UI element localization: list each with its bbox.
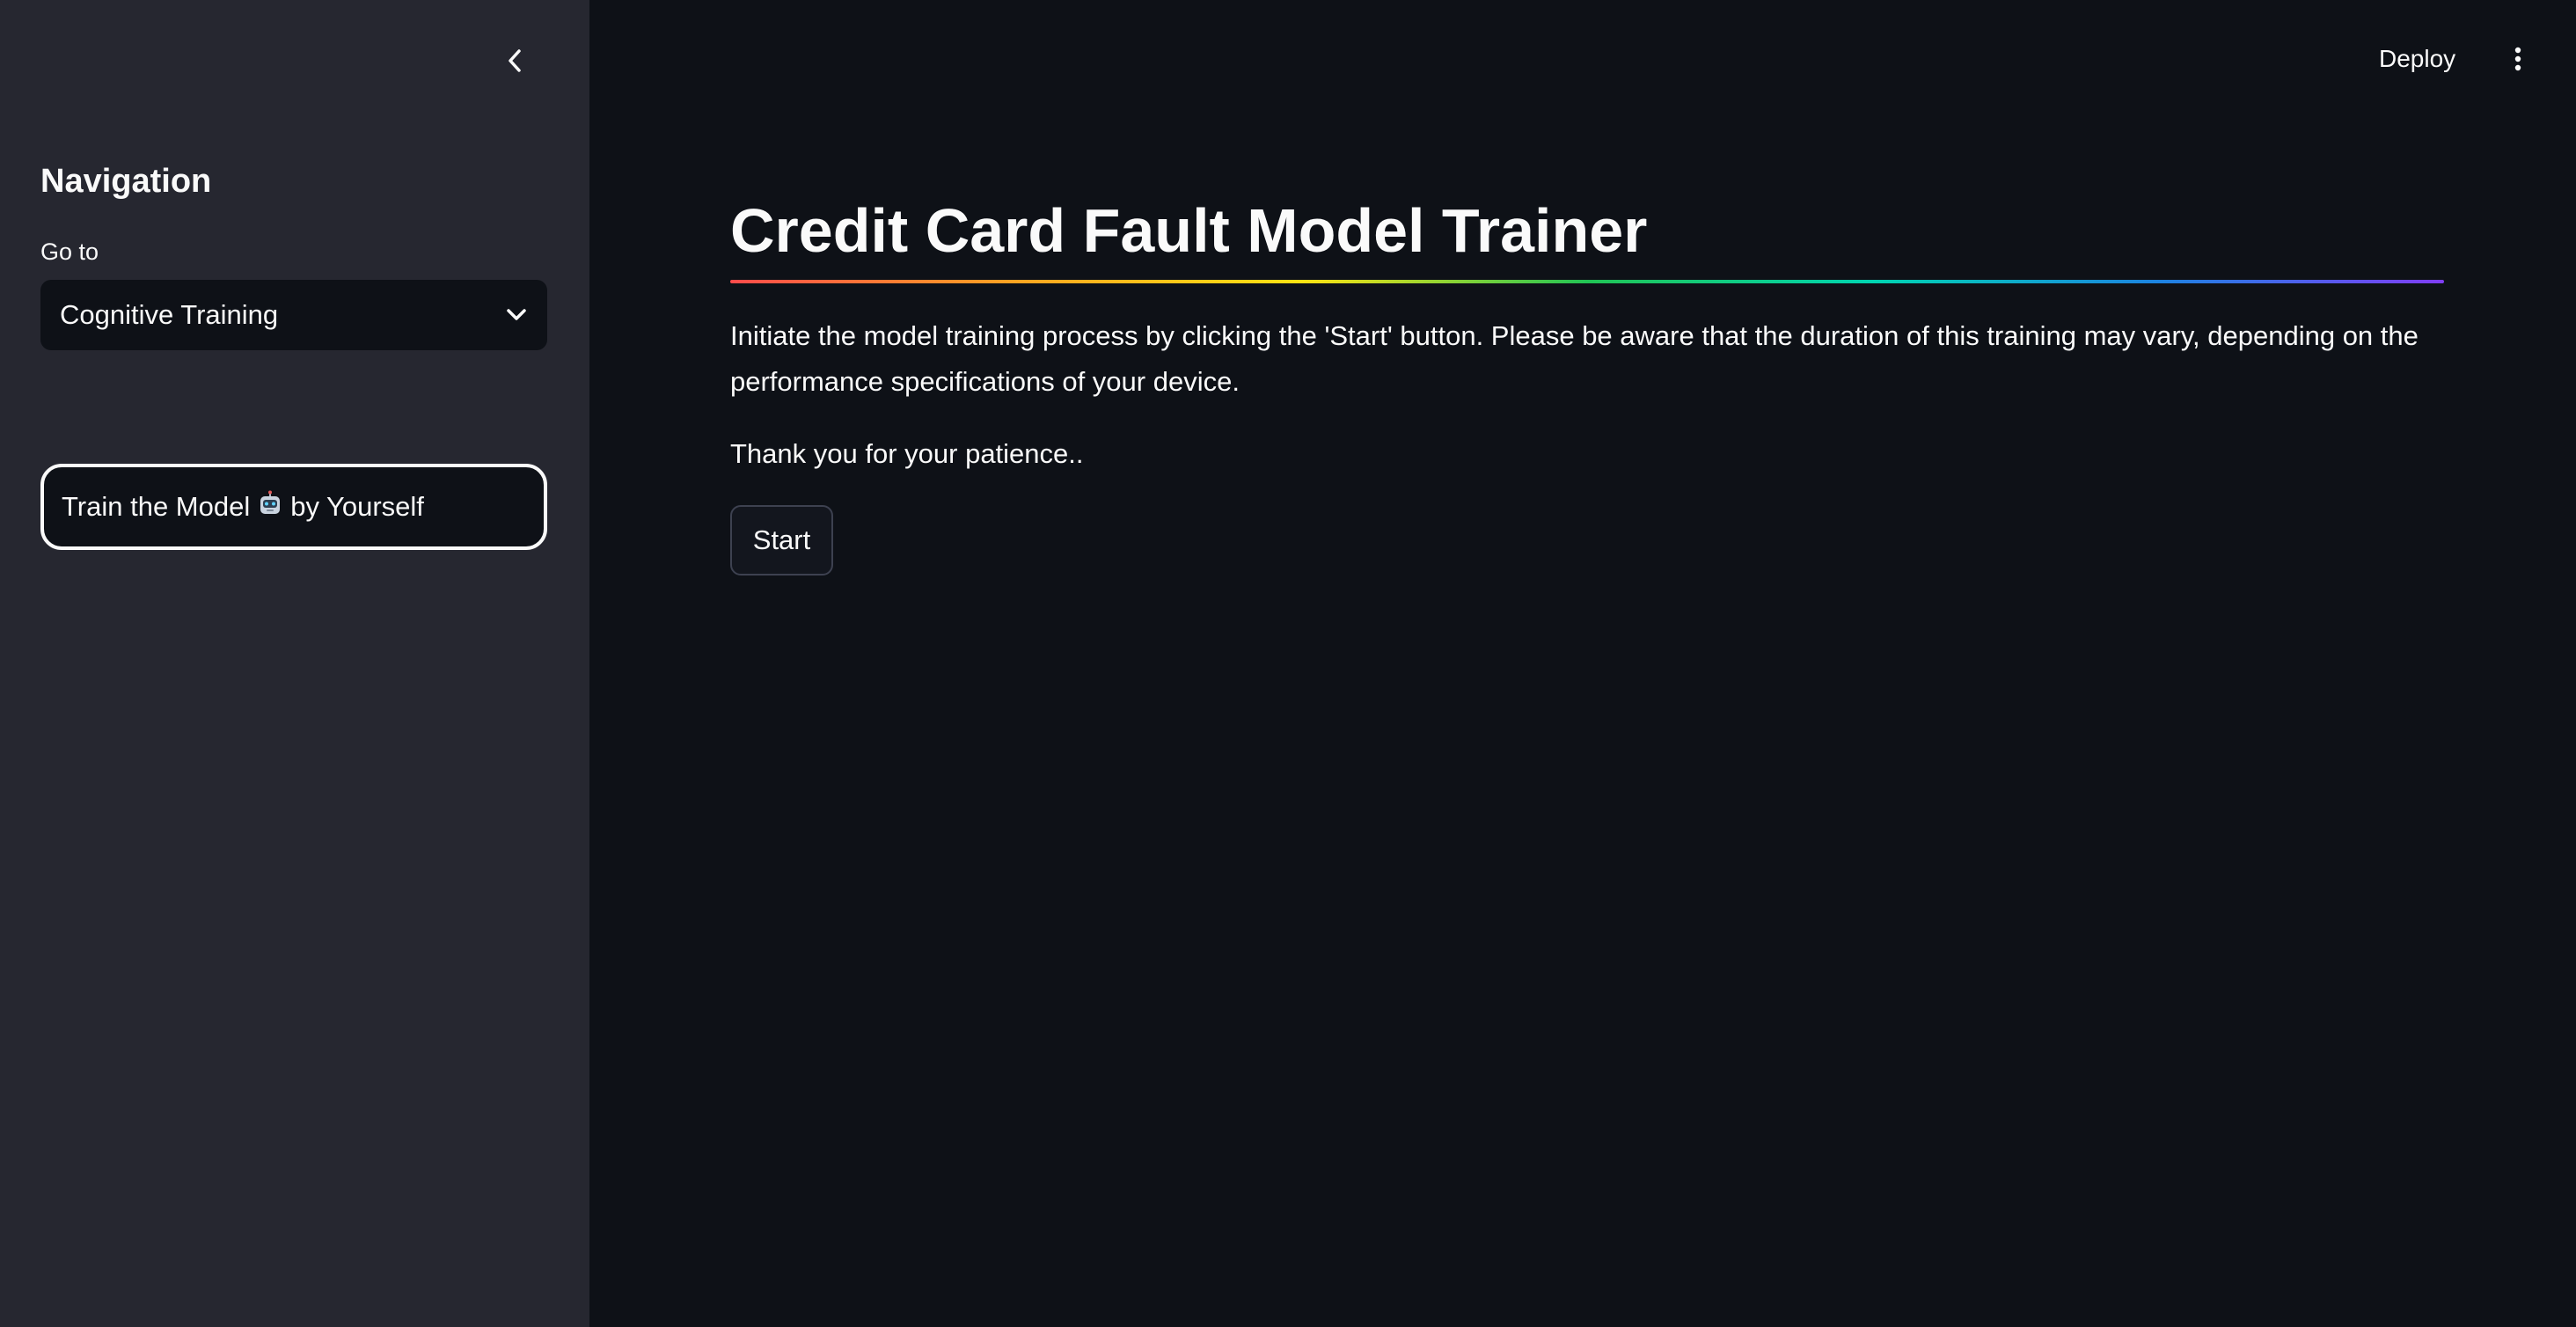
start-button[interactable]: Start [730,505,833,576]
app-root: Navigation Go to Cognitive Training Trai… [0,0,2576,1327]
main-menu-button[interactable] [2500,37,2536,81]
deploy-button[interactable]: Deploy [2379,37,2455,81]
robot-icon [257,490,283,524]
sidebar: Navigation Go to Cognitive Training Trai… [0,0,589,1327]
vertical-dots-icon [2514,47,2521,71]
collapse-sidebar-button[interactable] [494,40,535,81]
train-button-prefix: Train the Model [62,491,251,522]
thanks-text: Thank you for your patience.. [730,438,1084,469]
train-button-suffix: by Yourself [290,491,424,522]
chevron-left-icon [509,49,521,72]
instructions-text: Initiate the model training process by c… [730,320,2419,397]
page-title: Credit Card Fault Model Trainer [730,196,1648,265]
sidebar-title: Navigation [40,163,212,200]
rainbow-divider [730,280,2444,283]
select-value: Cognitive Training [60,299,279,330]
page-select[interactable]: Cognitive Training [40,280,547,350]
select-label: Go to [40,238,99,265]
chevron-down-icon [507,309,526,320]
train-model-button[interactable]: Train the Model by Yourself [40,464,547,550]
